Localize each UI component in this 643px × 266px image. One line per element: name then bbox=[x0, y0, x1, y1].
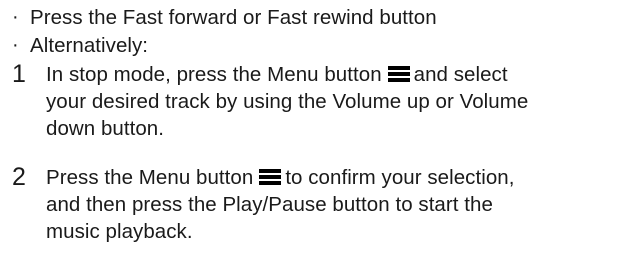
step-1-line-1: In stop mode, press the Menu button and s… bbox=[46, 62, 508, 87]
bullet-mark: · bbox=[12, 34, 19, 56]
step-number: 1 bbox=[12, 60, 26, 88]
menu-icon bbox=[387, 66, 410, 82]
step-2-line-1: Press the Menu button to confirm your sel… bbox=[46, 165, 515, 190]
step-2-line-3: music playback. bbox=[46, 220, 193, 243]
step-1-line-3: down button. bbox=[46, 117, 164, 140]
step-1-text-after-icon: and select bbox=[413, 63, 508, 86]
instruction-text: · Press the Fast forward or Fast rewind … bbox=[0, 0, 643, 266]
menu-icon bbox=[259, 169, 282, 185]
bullet-mark: · bbox=[12, 6, 19, 28]
step-2-text-after-icon: to confirm your selection, bbox=[285, 166, 515, 189]
step-number: 2 bbox=[12, 163, 26, 191]
bullet-item-fast-forward: Press the Fast forward or Fast rewind bu… bbox=[30, 6, 437, 29]
step-2-line-2: and then press the Play/Pause button to … bbox=[46, 193, 493, 216]
step-1-line-2: your desired track by using the Volume u… bbox=[46, 90, 529, 113]
bullet-item-alternatively: Alternatively: bbox=[30, 34, 149, 57]
step-1-text-before-icon: In stop mode, press the Menu button bbox=[46, 63, 382, 86]
step-2-text-before-icon: Press the Menu button bbox=[46, 166, 254, 189]
